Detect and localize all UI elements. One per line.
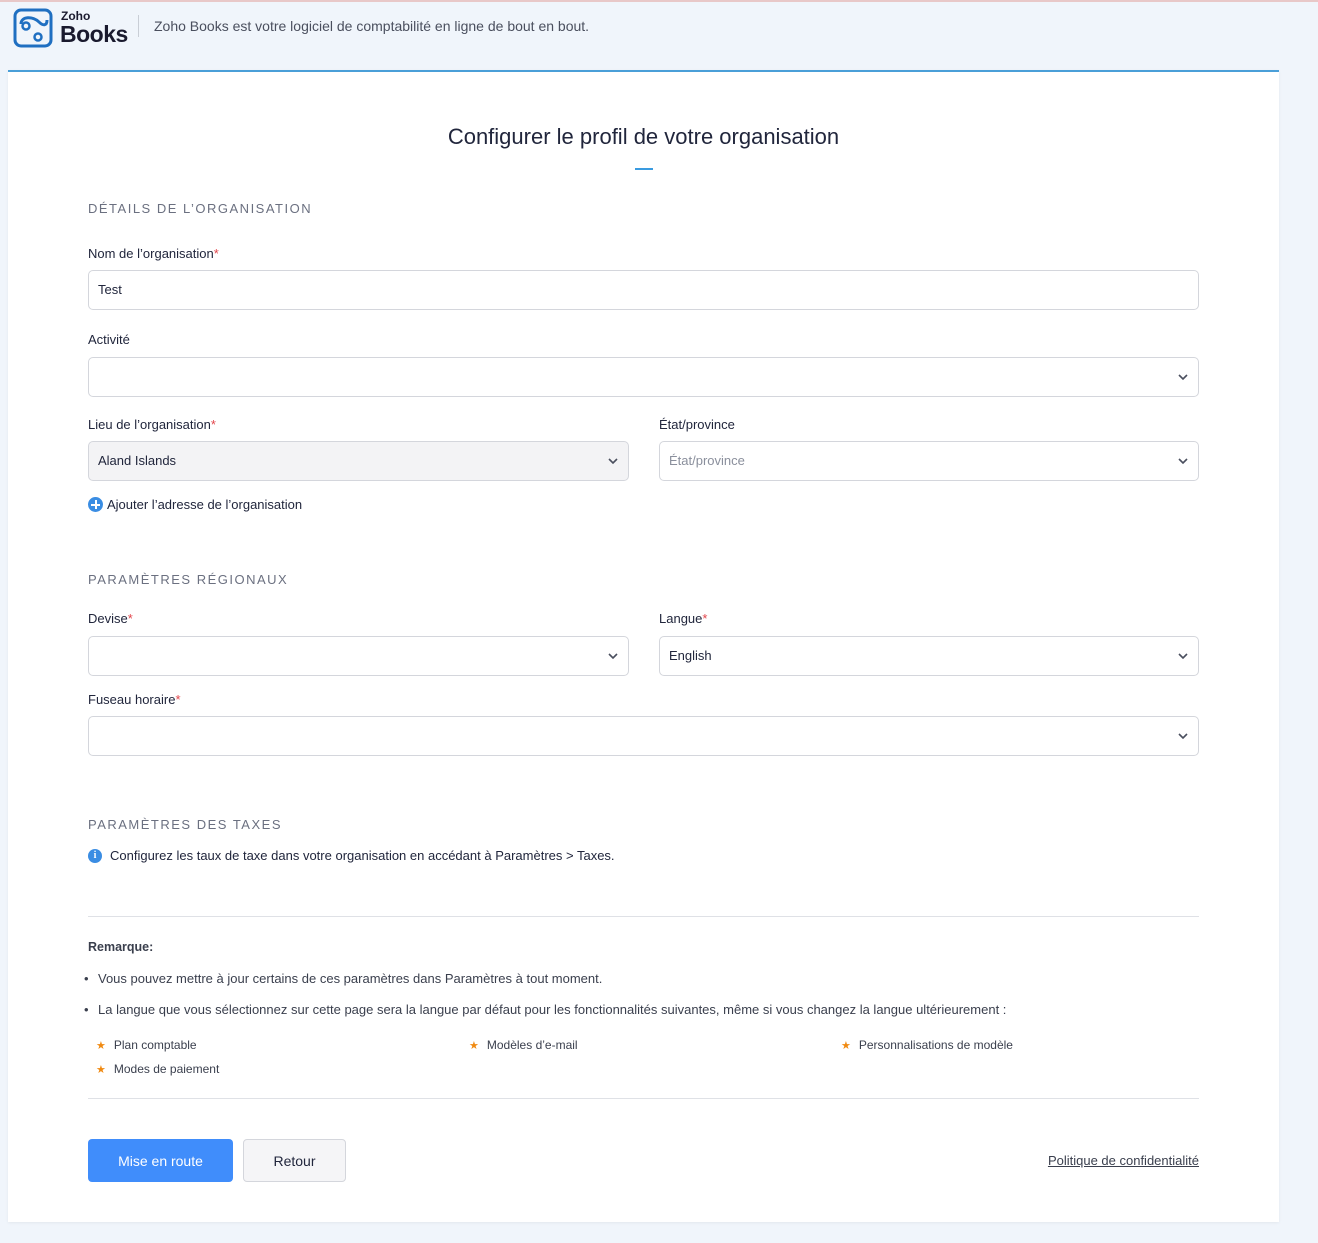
tax-info-text: Configurez les taux de taxe dans votre o… <box>110 848 615 863</box>
org-location-select[interactable]: Aland Islands <box>88 441 629 481</box>
section-title-org-details: DÉTAILS DE L’ORGANISATION <box>88 201 313 216</box>
org-name-label: Nom de l’organisation* <box>88 246 219 261</box>
note-bullet: La langue que vous sélectionnez sur cett… <box>84 1002 1006 1017</box>
header-divider <box>138 15 139 37</box>
chevron-down-icon <box>608 653 618 660</box>
chevron-down-icon <box>608 458 618 465</box>
zoho-books-logo[interactable]: Zoho Books <box>13 6 128 50</box>
feature-item: ★ Plan comptable <box>96 1038 197 1052</box>
divider <box>88 1098 1199 1099</box>
chevron-down-icon <box>1178 653 1188 660</box>
star-icon: ★ <box>469 1039 479 1052</box>
section-title-tax: PARAMÈTRES DES TAXES <box>88 817 282 832</box>
feature-item: ★ Modes de paiement <box>96 1062 220 1076</box>
books-logo-icon <box>13 8 53 48</box>
timezone-label: Fuseau horaire* <box>88 692 181 707</box>
logo-books-text: Books <box>60 21 128 47</box>
note-title: Remarque: <box>88 940 154 954</box>
activity-label: Activité <box>88 332 130 347</box>
header-tagline: Zoho Books est votre logiciel de comptab… <box>154 18 590 34</box>
info-icon: i <box>88 848 102 863</box>
language-select[interactable]: English <box>659 636 1199 676</box>
page-title: Configurer le profil de votre organisati… <box>447 124 840 149</box>
org-name-input[interactable]: Test <box>88 270 1199 310</box>
chevron-down-icon <box>1178 733 1188 740</box>
star-icon: ★ <box>96 1063 106 1076</box>
chevron-down-icon <box>1178 374 1188 381</box>
org-profile-card: Configurer le profil de votre organisati… <box>8 70 1279 1222</box>
title-underline <box>635 168 653 170</box>
note-bullet: Vous pouvez mettre à jour certains de ce… <box>84 971 602 986</box>
state-label: État/province <box>659 417 735 432</box>
add-address-label: Ajouter l’adresse de l’organisation <box>107 497 303 512</box>
currency-select[interactable] <box>88 636 629 676</box>
get-started-button[interactable]: Mise en route <box>88 1139 233 1182</box>
app-header: Zoho Books Zoho Books est votre logiciel… <box>0 2 1318 70</box>
language-value: English <box>669 648 712 663</box>
state-placeholder: État/province <box>669 453 745 468</box>
divider <box>88 916 1199 917</box>
chevron-down-icon <box>1178 458 1188 465</box>
org-location-label: Lieu de l’organisation* <box>88 417 216 432</box>
language-label: Langue* <box>659 611 708 626</box>
feature-item: ★ Personnalisations de modèle <box>841 1038 1013 1052</box>
currency-label: Devise* <box>88 611 133 626</box>
state-select[interactable]: État/province <box>659 441 1199 481</box>
privacy-policy-link[interactable]: Politique de confidentialité <box>1048 1153 1199 1168</box>
tax-info: i Configurez les taux de taxe dans votre… <box>88 848 615 863</box>
section-title-regional: PARAMÈTRES RÉGIONAUX <box>88 572 289 587</box>
timezone-select[interactable] <box>88 716 1199 756</box>
plus-circle-icon <box>88 497 103 512</box>
org-location-value: Aland Islands <box>98 453 177 468</box>
star-icon: ★ <box>841 1039 851 1052</box>
feature-item: ★ Modèles d’e-mail <box>469 1038 578 1052</box>
back-button[interactable]: Retour <box>243 1139 346 1182</box>
add-address-link[interactable]: Ajouter l’adresse de l’organisation <box>88 497 302 512</box>
star-icon: ★ <box>96 1039 106 1052</box>
activity-select[interactable] <box>88 357 1199 397</box>
